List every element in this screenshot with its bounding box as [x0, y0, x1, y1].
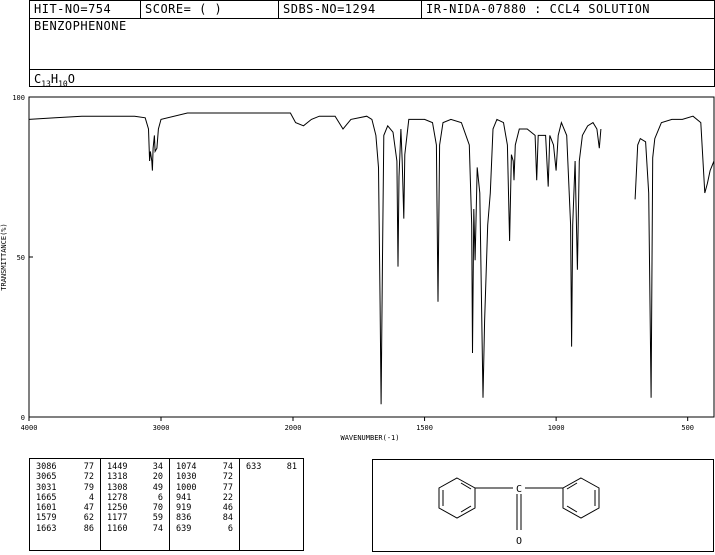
peak-row: 1663 86 — [30, 524, 100, 534]
x-tick-label: 4000 — [21, 424, 38, 432]
peak-column-2: 1449 34 1318 20 1308 49 1278 6 1250 70 1177 59 1160 7… — [101, 459, 170, 550]
peak-wavenumber: 1250 — [107, 503, 128, 514]
peak-transmittance: 46 — [222, 503, 233, 514]
molecular-formula: C13H10O — [30, 69, 714, 88]
peak-transmittance: 59 — [152, 513, 163, 524]
peak-wavenumber: 639 — [176, 523, 192, 534]
peak-row: 836 84 — [170, 513, 239, 523]
peak-transmittance: 34 — [152, 462, 163, 472]
compound-name: BENZOPHENONE — [34, 19, 127, 33]
peak-wavenumber: 836 — [176, 513, 192, 524]
carbon-label: C — [516, 484, 522, 495]
header-panel: HIT-NO=754 SCORE= ( ) SDBS-NO=1294 IR-NI… — [29, 0, 715, 88]
peak-row: 3031 79 — [30, 483, 100, 493]
peak-row: 1278 6 — [101, 493, 169, 503]
peak-row: 1601 47 — [30, 503, 100, 513]
peak-transmittance: 72 — [83, 472, 94, 483]
peak-wavenumber: 1177 — [107, 513, 128, 524]
x-tick-label: 1000 — [548, 424, 565, 432]
peak-wavenumber: 3065 — [36, 472, 57, 483]
peak-row: 1030 72 — [170, 472, 239, 482]
peak-transmittance: 79 — [83, 482, 94, 493]
peak-wavenumber: 1030 — [176, 472, 197, 483]
y-axis-label: TRANSMITTANCE(%) — [0, 223, 8, 290]
peak-row: 1579 62 — [30, 513, 100, 523]
peak-table: 3086 77 3065 72 3031 79 1665 4 1601 47 1579 62 1663 8… — [29, 458, 304, 551]
peak-row: 1160 74 — [101, 524, 169, 534]
peak-wavenumber: 1665 — [36, 492, 57, 503]
x-tick-label: 2000 — [285, 424, 302, 432]
peak-wavenumber: 941 — [176, 492, 192, 503]
peak-wavenumber: 919 — [176, 503, 192, 514]
peak-transmittance: 49 — [152, 482, 163, 493]
x-tick-label: 1500 — [416, 424, 433, 432]
peak-wavenumber: 1000 — [176, 482, 197, 493]
benzophenone-structure: C O — [438, 477, 600, 547]
peak-row: 1177 59 — [101, 513, 169, 523]
peak-row: 3086 77 — [30, 462, 100, 472]
sdbs-number: SDBS-NO=1294 — [279, 1, 422, 18]
x-tick-label: 500 — [681, 424, 694, 432]
peak-wavenumber: 1663 — [36, 523, 57, 534]
peak-transmittance: 6 — [157, 492, 163, 503]
peak-row: 941 22 — [170, 493, 239, 503]
peak-row: 1308 49 — [101, 483, 169, 493]
peak-row: 1449 34 — [101, 462, 169, 472]
y-tick-label: 50 — [17, 254, 25, 262]
peak-row: 633 81 — [240, 462, 303, 472]
structure-panel: C O — [372, 459, 714, 552]
peak-transmittance: 20 — [152, 472, 163, 483]
x-axis-label: WAVENUMBER(-1) — [340, 434, 399, 442]
peak-wavenumber: 633 — [246, 462, 262, 472]
ir-spectrum-chart: 0 50 100 4000 3000 2000 1500 1000 500 TRANSMITT… — [0, 94, 715, 442]
peak-wavenumber: 1318 — [107, 472, 128, 483]
peak-row: 1074 74 — [170, 462, 239, 472]
peak-wavenumber: 1579 — [36, 513, 57, 524]
peak-wavenumber: 1074 — [176, 462, 197, 472]
plot-frame — [28, 96, 715, 418]
peak-transmittance: 6 — [227, 523, 233, 534]
peak-wavenumber: 1308 — [107, 482, 128, 493]
peak-transmittance: 74 — [152, 523, 163, 534]
peak-transmittance: 47 — [83, 503, 94, 514]
peak-row: 1000 77 — [170, 483, 239, 493]
peak-transmittance: 77 — [222, 482, 233, 493]
spectrum-series-line — [28, 112, 715, 405]
peak-transmittance: 84 — [222, 513, 233, 524]
ir-info: IR-NIDA-07880 : CCL4 SOLUTION — [422, 1, 715, 18]
peak-transmittance: 22 — [222, 492, 233, 503]
peak-wavenumber: 1449 — [107, 462, 128, 472]
y-tick-label: 100 — [12, 94, 25, 102]
peak-transmittance: 81 — [286, 462, 297, 472]
peak-wavenumber: 1601 — [36, 503, 57, 514]
peak-transmittance: 72 — [222, 472, 233, 483]
peak-row: 639 6 — [170, 524, 239, 534]
peak-row: 1665 4 — [30, 493, 100, 503]
peak-column-4: 633 81 — [240, 459, 303, 550]
peak-row: 919 46 — [170, 503, 239, 513]
x-tick-label: 3000 — [153, 424, 170, 432]
peak-transmittance: 86 — [83, 523, 94, 534]
peak-transmittance: 62 — [83, 513, 94, 524]
peak-transmittance: 4 — [88, 492, 94, 503]
score: SCORE= ( ) — [141, 1, 279, 18]
peak-row: 1318 20 — [101, 472, 169, 482]
peak-wavenumber: 3086 — [36, 462, 57, 472]
peak-wavenumber: 1160 — [107, 523, 128, 534]
peak-column-3: 1074 74 1030 72 1000 77 941 22 919 46 836 84 639 6 — [170, 459, 240, 550]
peak-transmittance: 70 — [152, 503, 163, 514]
peak-row: 1250 70 — [101, 503, 169, 513]
y-tick-label: 0 — [21, 414, 25, 422]
peak-wavenumber: 1278 — [107, 492, 128, 503]
peak-transmittance: 74 — [222, 462, 233, 472]
hit-number: HIT-NO=754 — [30, 1, 141, 18]
peak-wavenumber: 3031 — [36, 482, 57, 493]
peak-row: 3065 72 — [30, 472, 100, 482]
oxygen-label: O — [516, 536, 522, 547]
peak-column-1: 3086 77 3065 72 3031 79 1665 4 1601 47 1579 62 1663 8… — [30, 459, 101, 550]
peak-transmittance: 77 — [83, 462, 94, 472]
